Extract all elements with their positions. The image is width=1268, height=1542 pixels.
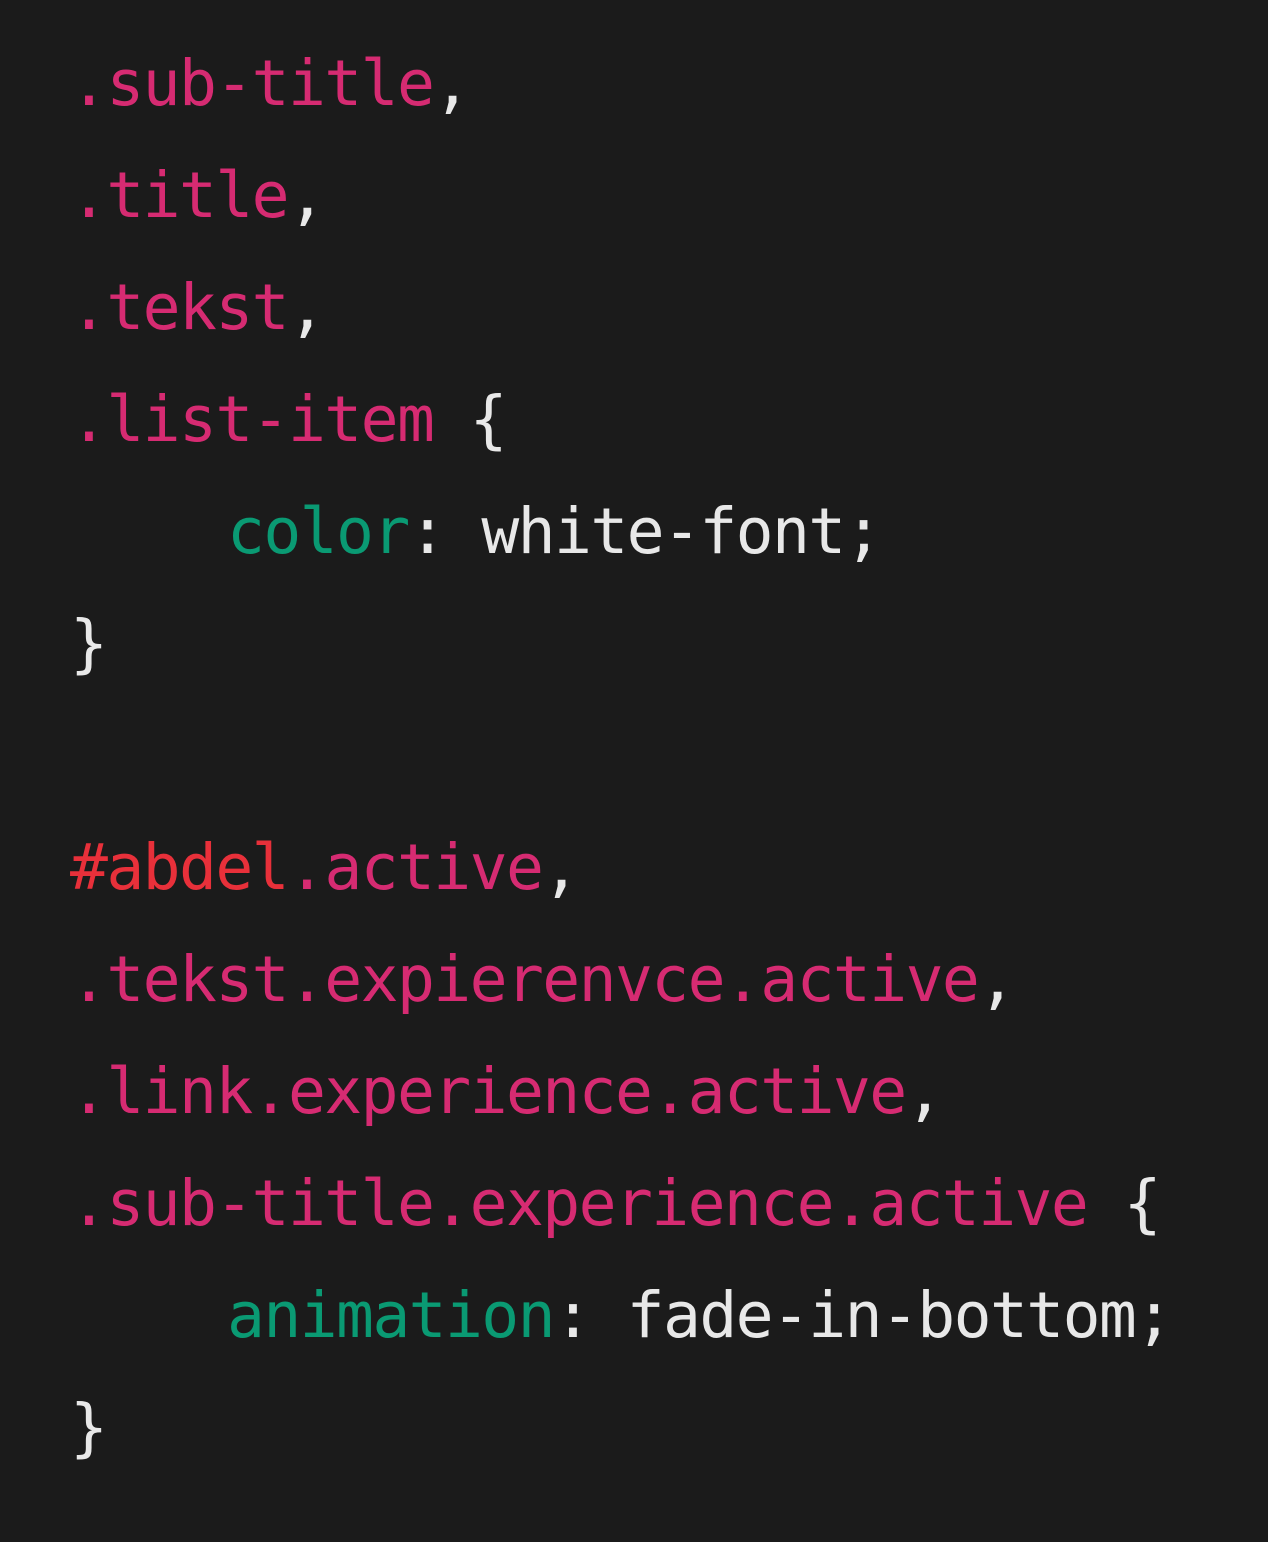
code-line-12: animation: fade-in-bottom; <box>70 1260 1174 1372</box>
colon: : <box>408 495 447 568</box>
selector-title: .title <box>70 159 290 232</box>
close-brace: } <box>70 1391 108 1464</box>
code-line-5: color: white-font; <box>70 476 883 588</box>
selector-link-experience-active: .link.experience.active <box>70 1055 907 1128</box>
property-animation: animation <box>227 1279 556 1352</box>
code-line-11: .sub-title.experience.active { <box>70 1148 1162 1260</box>
comma: , <box>978 943 1016 1016</box>
selector-tekst: .tekst <box>70 271 290 344</box>
open-brace: { <box>1123 1167 1162 1240</box>
comma: , <box>287 271 326 344</box>
code-line-4: .list-item { <box>70 364 508 476</box>
code-line-6: } <box>70 588 108 700</box>
value-white-font: white-font; <box>481 495 882 568</box>
code-line-2: .title, <box>70 140 326 252</box>
comma: , <box>433 47 471 120</box>
close-brace: } <box>70 607 108 680</box>
code-line-1: .sub-title, <box>70 28 471 140</box>
selector-active: .active <box>287 831 544 904</box>
selector-sub-title-experience-active: .sub-title.experience.active <box>70 1167 1089 1240</box>
code-line-8: #abdel.active, <box>70 812 580 924</box>
value-fade-in-bottom: fade-in-bottom; <box>626 1279 1174 1352</box>
selector-list-item: .list-item <box>70 383 435 456</box>
code-line-9: .tekst.expierenvce.active, <box>70 924 1016 1036</box>
code-editor: .sub-title, .title, .tekst, .list-item {… <box>0 0 1268 1542</box>
code-line-3: .tekst, <box>70 252 326 364</box>
open-brace: { <box>469 383 508 456</box>
colon: : <box>553 1279 592 1352</box>
comma: , <box>905 1055 944 1128</box>
id-selector-abdel: #abdel <box>70 831 290 904</box>
code-line-13: } <box>70 1372 108 1484</box>
property-color: color <box>227 495 410 568</box>
selector-sub-title: .sub-title <box>70 47 435 120</box>
comma: , <box>287 159 326 232</box>
code-line-10: .link.experience.active, <box>70 1036 944 1148</box>
selector-tekst-expierenvce-active: .tekst.expierenvce.active <box>70 943 980 1016</box>
comma: , <box>542 831 580 904</box>
